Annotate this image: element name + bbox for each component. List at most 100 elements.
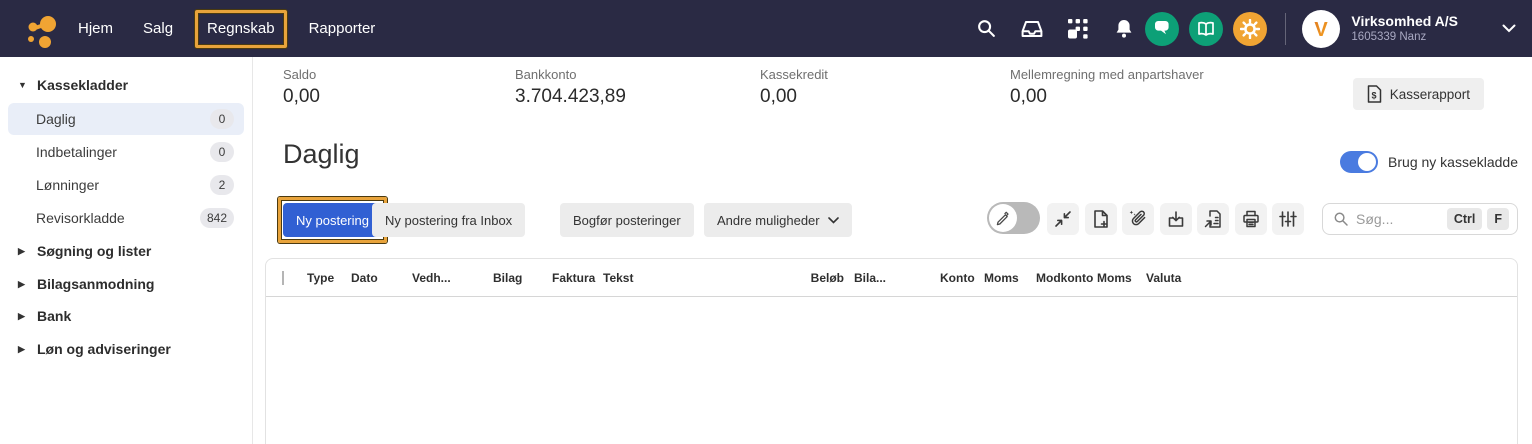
import-document-icon[interactable] [1197, 203, 1229, 235]
stat-kassekredit: Kassekredit 0,00 [760, 67, 828, 108]
sidebar: ▼ Kassekladder Daglig 0 Indbetalinger 0 … [0, 57, 253, 444]
column-header-bilag[interactable]: Bilag [493, 271, 552, 285]
kasserapport-label: Kasserapport [1390, 87, 1470, 102]
sidebar-item-label: Lønninger [36, 177, 99, 193]
shortcut-key-ctrl: Ctrl [1447, 208, 1483, 230]
help-book-icon[interactable] [1189, 12, 1223, 46]
brug-ny-kassekladde-toggle[interactable] [1340, 151, 1378, 173]
table-search: Ctrl F [1322, 203, 1518, 235]
ny-postering-fra-inbox-button[interactable]: Ny postering fra Inbox [372, 203, 525, 237]
toggle-knob [1358, 153, 1376, 171]
caret-right-icon: ▶ [18, 344, 28, 355]
caret-down-icon: ▼ [18, 80, 28, 90]
column-header-konto[interactable]: Konto [940, 271, 984, 285]
column-header-moms-2[interactable]: Moms [1097, 271, 1146, 285]
postings-table: Type Dato Vedh... Bilag Faktura Tekst Be… [265, 258, 1518, 444]
search-icon [1333, 211, 1349, 227]
bogfor-posteringer-button[interactable]: Bogfør posteringer [560, 203, 694, 237]
kassekladde-toggle-row: Brug ny kassekladde [1340, 151, 1518, 173]
svg-text:$: $ [1371, 91, 1376, 101]
new-document-icon[interactable] [1085, 203, 1117, 235]
collapse-icon[interactable] [1047, 203, 1079, 235]
main-menu: Hjem Salg Regnskab Rapporter [78, 14, 375, 44]
topbar-actions: V Virksomhed A/S 1605339 Nanz [951, 0, 1516, 57]
column-header-moms[interactable]: Moms [984, 271, 1036, 285]
sidebar-item-label: Revisorkladde [36, 210, 125, 226]
stat-saldo: Saldo 0,00 [283, 67, 320, 108]
sidebar-item-label: Daglig [36, 111, 76, 127]
shortcut-key-f: F [1487, 208, 1509, 230]
download-icon[interactable] [1160, 203, 1192, 235]
toggle-label: Brug ny kassekladde [1388, 154, 1518, 170]
chat-icon[interactable] [1145, 12, 1179, 46]
column-header-tekst[interactable]: Tekst [603, 271, 759, 285]
andre-muligheder-dropdown[interactable]: Andre muligheder [704, 203, 852, 237]
smart-attachment-icon[interactable] [1122, 203, 1154, 235]
sidebar-section-sogning-og-lister[interactable]: ▶ Søgning og lister [18, 243, 151, 259]
edit-pencil-toggle[interactable] [987, 202, 1040, 234]
stat-label: Mellemregning med anpartshaver [1010, 67, 1204, 82]
search-input[interactable] [1356, 211, 1442, 227]
column-header-faktura[interactable]: Faktura [552, 271, 603, 285]
sidebar-section-bilagsanmodning[interactable]: ▶ Bilagsanmodning [18, 276, 154, 292]
settings-gear-icon[interactable] [1233, 12, 1267, 46]
sidebar-item-indbetalinger[interactable]: Indbetalinger 0 [8, 136, 244, 168]
nav-item-salg[interactable]: Salg [143, 20, 173, 37]
sidebar-section-label: Bilagsanmodning [37, 276, 154, 292]
inbox-icon[interactable] [1021, 18, 1043, 40]
stat-label: Saldo [283, 67, 320, 82]
notifications-bell-icon[interactable] [1113, 18, 1135, 40]
select-all-checkbox[interactable] [282, 271, 284, 285]
printer-icon[interactable] [1235, 203, 1267, 235]
stat-label: Bankkonto [515, 67, 626, 82]
column-header-bila[interactable]: Bila... [844, 271, 940, 285]
ny-postering-wrap: Ny postering [283, 203, 382, 237]
svg-text:V: V [1315, 19, 1329, 41]
search-icon[interactable] [975, 18, 997, 40]
nav-item-regnskab-wrap: Regnskab [203, 14, 279, 44]
column-header-dato[interactable]: Dato [351, 271, 412, 285]
sidebar-item-lonninger[interactable]: Lønninger 2 [8, 169, 244, 201]
topbar-divider [1285, 13, 1286, 45]
cash-report-document-icon: $ [1367, 85, 1382, 103]
sidebar-section-label: Søgning og lister [37, 243, 151, 259]
count-badge: 842 [200, 208, 234, 228]
column-header-belob[interactable]: Beløb [759, 271, 844, 285]
sidebar-section-bank[interactable]: ▶ Bank [18, 308, 71, 324]
nav-item-rapporter[interactable]: Rapporter [309, 20, 376, 37]
ny-postering-button[interactable]: Ny postering [283, 203, 382, 237]
column-header-valuta[interactable]: Valuta [1146, 271, 1206, 285]
column-header-modkonto[interactable]: Modkonto [1036, 271, 1097, 285]
stat-value: 0,00 [1010, 86, 1204, 108]
stat-mellemregning: Mellemregning med anpartshaver 0,00 [1010, 67, 1204, 108]
company-avatar[interactable]: V [1302, 10, 1340, 48]
column-header-vedh[interactable]: Vedh... [412, 271, 493, 285]
app-window: Hjem Salg Regnskab Rapporter [0, 0, 1532, 444]
top-navigation-bar: Hjem Salg Regnskab Rapporter [0, 0, 1532, 57]
sidebar-section-kassekladder[interactable]: ▼ Kassekladder [18, 77, 128, 93]
account-info[interactable]: Virksomhed A/S 1605339 Nanz [1351, 13, 1458, 45]
nav-item-regnskab[interactable]: Regnskab [207, 20, 275, 37]
chevron-down-icon [828, 217, 839, 224]
count-badge: 2 [210, 175, 234, 195]
sidebar-item-label: Indbetalinger [36, 144, 117, 160]
sidebar-item-daglig[interactable]: Daglig 0 [8, 103, 244, 135]
company-detail: 1605339 Nanz [1351, 30, 1458, 44]
caret-right-icon: ▶ [18, 246, 28, 257]
stat-value: 0,00 [760, 86, 828, 108]
apps-grid-icon[interactable] [1067, 18, 1089, 40]
chevron-down-icon[interactable] [1502, 24, 1516, 33]
stat-label: Kassekredit [760, 67, 828, 82]
sidebar-section-label: Kassekladder [37, 77, 128, 93]
kasserapport-button[interactable]: $ Kasserapport [1353, 78, 1484, 110]
sidebar-item-revisorkladde[interactable]: Revisorkladde 842 [8, 202, 244, 234]
column-filter-icon[interactable] [1272, 203, 1304, 235]
stat-bankkonto: Bankkonto 3.704.423,89 [515, 67, 626, 108]
sidebar-section-lon-og-adviseringer[interactable]: ▶ Løn og adviseringer [18, 341, 171, 357]
page-title: Daglig [283, 139, 360, 170]
sidebar-section-label: Løn og adviseringer [37, 341, 171, 357]
column-header-type[interactable]: Type [307, 271, 351, 285]
nav-item-hjem[interactable]: Hjem [78, 20, 113, 37]
count-badge: 0 [210, 109, 234, 129]
table-body-empty [266, 297, 1517, 444]
